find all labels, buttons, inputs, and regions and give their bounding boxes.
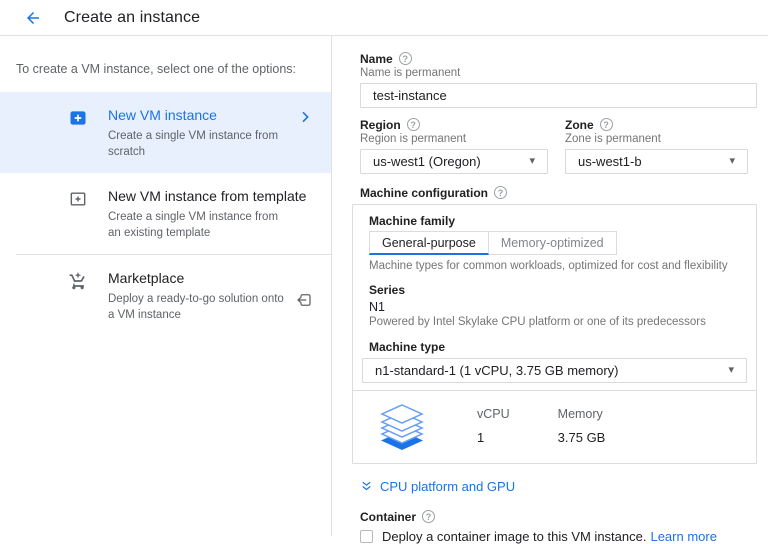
tab-memory-optimized[interactable]: Memory-optimized	[488, 231, 617, 255]
zone-helper-text: Zone is permanent	[565, 133, 661, 145]
sidebar-item-new-vm-from-template[interactable]: New VM instance from template Create a s…	[0, 173, 331, 254]
open-in-panel-icon	[297, 294, 311, 306]
sidebar-item-marketplace[interactable]: Marketplace Deploy a ready-to-go solutio…	[0, 255, 331, 336]
machine-family-label: Machine family	[369, 214, 456, 228]
machine-family-helper-text: Machine types for common workloads, opti…	[369, 260, 728, 272]
page-header: Create an instance	[0, 0, 768, 36]
region-helper-text: Region is permanent	[360, 133, 467, 145]
region-select[interactable]: us-west1 (Oregon) ▾	[360, 149, 548, 174]
zone-help-icon[interactable]: ?	[599, 118, 613, 131]
sidebar-item-title: Marketplace	[108, 270, 185, 287]
options-sidebar: To create a VM instance, select one of t…	[0, 36, 332, 536]
dropdown-caret-icon: ▾	[728, 364, 734, 376]
machine-family-tabs: General-purpose Memory-optimized	[369, 231, 740, 255]
series-label: Series	[369, 283, 406, 297]
vcpu-label: vCPU	[477, 407, 510, 421]
container-help-icon[interactable]: ?	[422, 510, 436, 523]
layers-stack-icon	[380, 404, 424, 450]
add-vm-filled-icon	[70, 111, 86, 125]
double-chevron-down-icon	[362, 481, 371, 491]
memory-value: 3.75 GB	[557, 430, 606, 445]
chevron-right-icon	[302, 111, 309, 123]
cpu-platform-gpu-expander[interactable]: CPU platform and GPU	[360, 479, 515, 494]
instance-form: Name ? Name is permanent test-instance R…	[332, 36, 768, 544]
zone-label: Zone	[565, 117, 594, 132]
zone-select[interactable]: us-west1-b ▾	[565, 149, 748, 174]
cpu-platform-gpu-link-label: CPU platform and GPU	[380, 479, 516, 494]
container-label: Container	[360, 509, 417, 524]
sidebar-item-title: New VM instance	[108, 107, 217, 123]
memory-label: Memory	[557, 407, 603, 421]
name-label: Name	[360, 51, 393, 66]
series-helper-text: Powered by Intel Skylake CPU platform or…	[369, 316, 706, 328]
sidebar-item-new-vm-instance[interactable]: New VM instance Create a single VM insta…	[0, 92, 331, 174]
sidebar-item-title: New VM instance from template	[108, 188, 307, 205]
vcpu-value: 1	[477, 430, 485, 445]
machine-type-label: Machine type	[369, 340, 446, 354]
learn-more-link[interactable]: Learn more	[650, 529, 716, 544]
machine-configuration-help-icon[interactable]: ?	[494, 186, 508, 199]
name-helper-text: Name is permanent	[360, 67, 461, 79]
zone-select-value: us-west1-b	[578, 154, 642, 169]
sidebar-item-subtitle: Create a single VM instance from scratch	[108, 130, 279, 158]
name-input[interactable]: test-instance	[360, 83, 757, 108]
region-help-icon[interactable]: ?	[406, 118, 420, 131]
machine-configuration-panel: Machine family General-purpose Memory-op…	[352, 204, 757, 464]
machine-type-stats: vCPU 1 Memory 3.75 GB	[353, 390, 756, 463]
deploy-container-checkbox-label: Deploy a container image to this VM inst…	[382, 529, 647, 544]
marketplace-cart-icon	[69, 271, 85, 290]
sidebar-intro-text: To create a VM instance, select one of t…	[16, 62, 297, 76]
add-template-icon	[70, 192, 86, 206]
back-arrow-icon[interactable]	[24, 9, 42, 27]
name-input-value: test-instance	[373, 88, 447, 103]
name-help-icon[interactable]: ?	[398, 52, 412, 65]
machine-configuration-label: Machine configuration	[360, 185, 489, 200]
machine-type-select-value: n1-standard-1 (1 vCPU, 3.75 GB memory)	[375, 363, 619, 378]
page-title: Create an instance	[64, 8, 201, 26]
sidebar-item-subtitle: Create a single VM instance from an exis…	[108, 211, 279, 239]
deploy-container-checkbox[interactable]	[360, 530, 373, 543]
dropdown-caret-icon: ▾	[729, 155, 735, 167]
region-select-value: us-west1 (Oregon)	[373, 154, 481, 169]
machine-type-select[interactable]: n1-standard-1 (1 vCPU, 3.75 GB memory) ▾	[362, 358, 747, 383]
dropdown-caret-icon: ▾	[529, 155, 535, 167]
sidebar-item-subtitle: Deploy a ready-to-go solution onto a VM …	[108, 293, 284, 321]
region-label: Region	[360, 117, 401, 132]
series-value: N1	[369, 300, 385, 314]
tab-general-purpose[interactable]: General-purpose	[369, 231, 489, 255]
